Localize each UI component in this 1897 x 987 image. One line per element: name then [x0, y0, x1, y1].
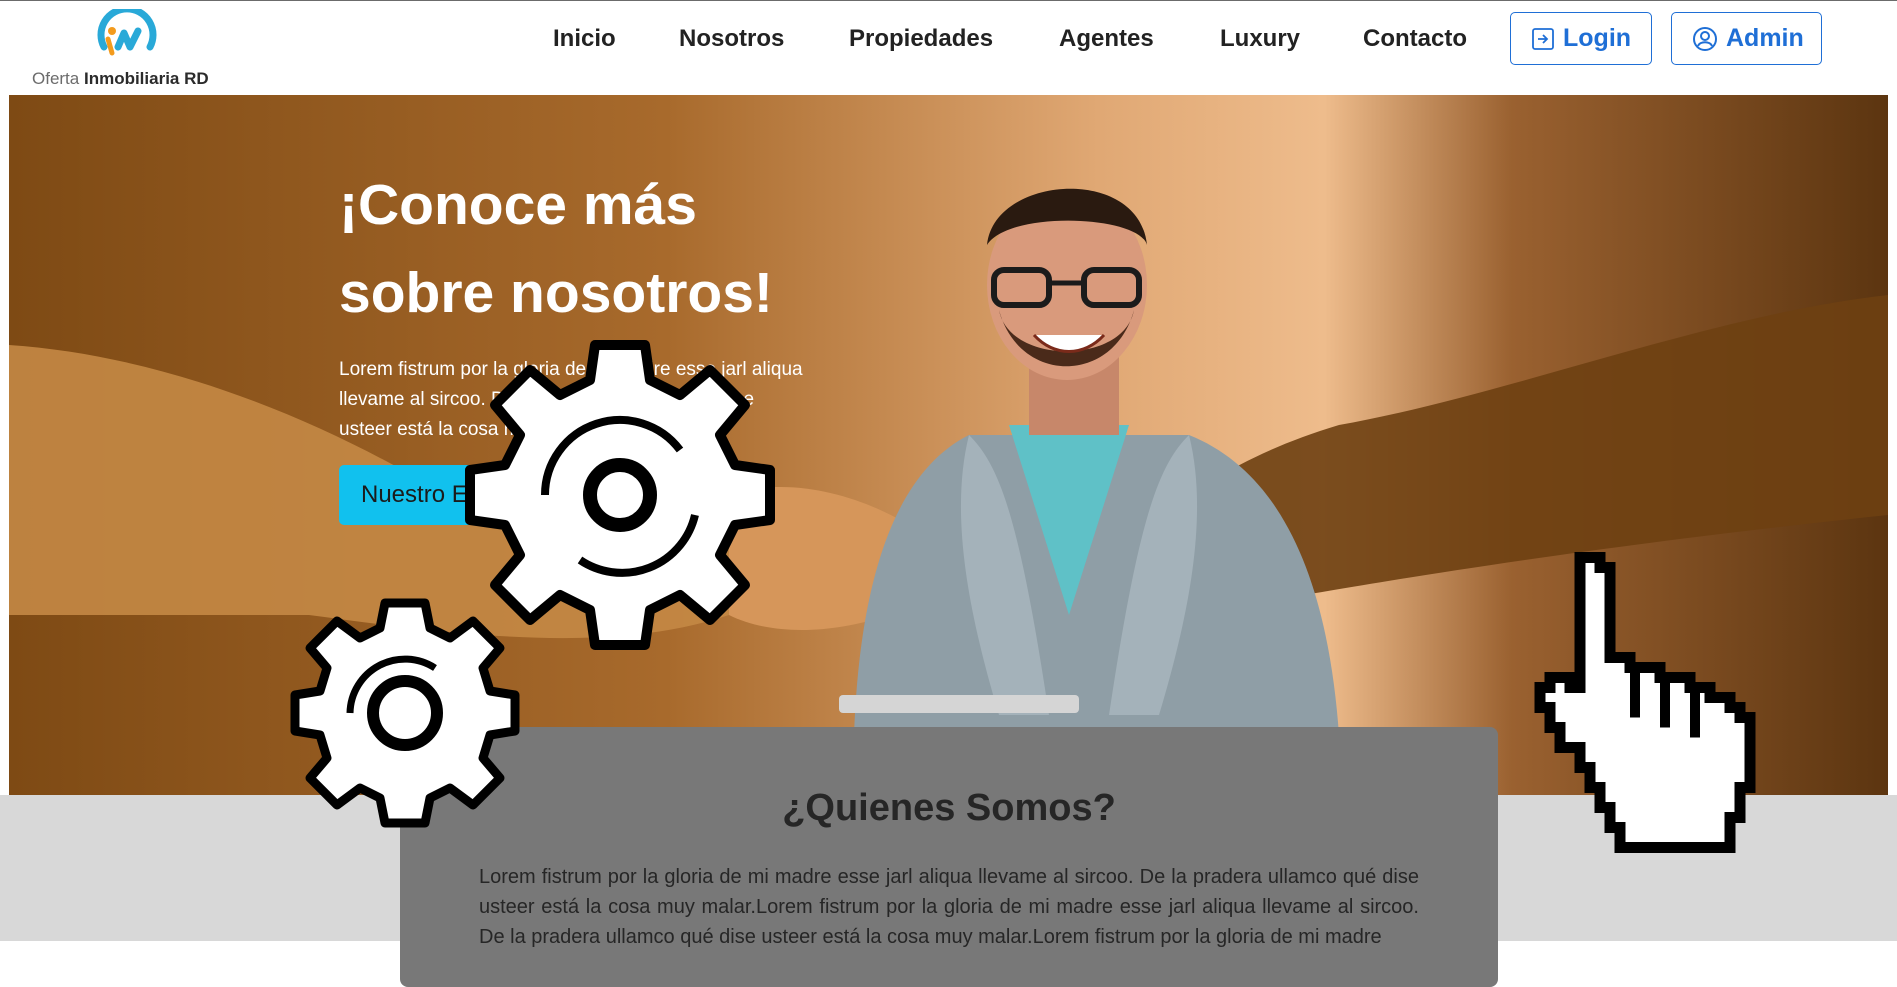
- nav-contacto[interactable]: Contacto: [1363, 25, 1467, 53]
- pointer-hand-icon: [1534, 552, 1756, 853]
- hero-title-line2: sobre nosotros!: [339, 261, 773, 325]
- logo-text: Oferta Inmobiliaria RD: [32, 69, 209, 88]
- nav-inicio[interactable]: Inicio: [553, 25, 616, 53]
- user-circle-icon: [1693, 26, 1717, 51]
- hero-title-line1: ¡Conoce más: [339, 173, 697, 237]
- admin-label: Admin: [1726, 24, 1804, 52]
- hero-title: ¡Conoce más sobre nosotros!: [339, 161, 859, 337]
- gear-icon: [290, 598, 520, 828]
- logo-mark-icon: [97, 9, 157, 56]
- about-card: ¿Quienes Somos? Lorem fistrum por la glo…: [400, 727, 1498, 987]
- logo[interactable]: Oferta Inmobiliaria RD: [30, 9, 230, 91]
- nav-luxury[interactable]: Luxury: [1220, 25, 1300, 53]
- admin-button[interactable]: Admin: [1671, 12, 1822, 65]
- about-text: Lorem fistrum por la gloria de mi madre …: [479, 866, 1419, 948]
- nav-nosotros[interactable]: Nosotros: [679, 25, 784, 53]
- about-title: ¿Quienes Somos?: [782, 787, 1116, 829]
- login-icon: [1532, 27, 1554, 50]
- nav-agentes[interactable]: Agentes: [1059, 25, 1154, 53]
- nav-propiedades[interactable]: Propiedades: [849, 25, 993, 53]
- login-label: Login: [1563, 24, 1632, 52]
- login-button[interactable]: Login: [1510, 12, 1652, 65]
- navbar: Oferta Inmobiliaria RD Inicio Nosotros P…: [0, 1, 1897, 94]
